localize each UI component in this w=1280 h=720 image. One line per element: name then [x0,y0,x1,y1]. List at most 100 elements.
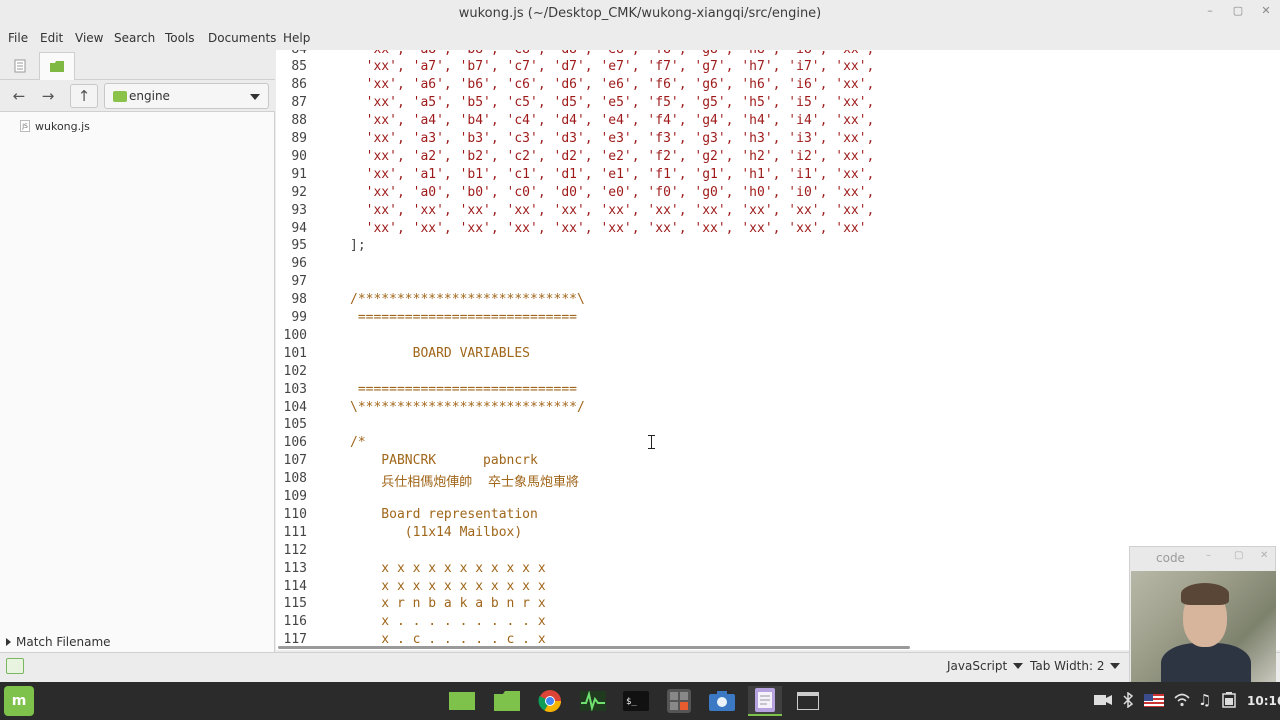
file-browser-tab[interactable] [39,52,75,80]
line-number: 94 [291,220,307,236]
keyboard-layout-flag-icon[interactable] [1144,694,1164,710]
up-arrow-icon[interactable]: ↑ [70,84,98,108]
chevron-down-icon [1110,663,1121,669]
folder-icon [50,61,64,72]
bluetooth-icon[interactable] [1122,691,1134,711]
webcam-window[interactable]: code – ▢ ✕ [1129,546,1276,682]
taskbar: m $_ ♫ 10:16 [0,682,1280,720]
person-body [1161,643,1251,682]
line-number: 101 [283,345,307,361]
language-selector[interactable]: JavaScript [947,659,1024,673]
code-line: Board representation [350,506,538,522]
line-number: 86 [291,77,307,93]
expander-arrow-icon [6,638,11,646]
match-filename-expander[interactable]: Match Filename [6,635,111,649]
calculator-icon[interactable] [662,686,696,716]
line-number: 88 [291,113,307,129]
line-number: 115 [283,596,307,612]
tab-width-selector[interactable]: Tab Width: 2 [1030,659,1121,673]
chrome-icon[interactable] [533,686,567,716]
wifi-icon[interactable] [1174,693,1190,710]
screenshot-icon[interactable] [705,686,739,716]
minimize-icon[interactable]: – [1201,4,1219,17]
menu-tools[interactable]: Tools [165,31,195,45]
menu-edit[interactable]: Edit [40,31,63,45]
side-pane-toggle-icon[interactable] [6,658,24,674]
close-icon[interactable]: ✕ [1257,4,1275,17]
code-line: (11x14 Mailbox) [350,524,523,540]
close-icon[interactable]: ✕ [1260,550,1268,561]
line-number: 113 [283,560,307,576]
folder-select[interactable]: engine [104,83,269,109]
line-number: 105 [283,417,307,433]
menu-search[interactable]: Search [114,31,155,45]
system-monitor-icon[interactable] [576,686,610,716]
terminal-icon[interactable]: $_ [619,686,653,716]
line-number: 100 [283,327,307,343]
window-icon[interactable] [791,686,825,716]
file-browser-navbar: ← → ↑ engine [0,80,275,112]
menu-documents[interactable]: Documents [208,31,276,45]
line-number: 90 [291,148,307,164]
folder-icon [113,91,127,102]
code-line: PABNCRK pabncrk [350,453,538,469]
line-number: 98 [291,292,307,308]
line-number: 110 [283,506,307,522]
line-number: 89 [291,131,307,146]
title-bar: wukong.js (~/Desktop_CMK/wukong-xiangqi/… [0,0,1280,28]
forward-arrow-icon[interactable]: → [34,84,62,108]
mint-menu-icon[interactable]: m [4,686,34,716]
sound-icon[interactable]: ♫ [1198,691,1211,709]
horizontal-scrollbar[interactable] [278,646,910,649]
webcam-title: code [1156,551,1185,565]
line-number: 95 [291,238,307,254]
document-icon [14,59,26,73]
battery-icon[interactable] [1222,692,1236,711]
line-number: 93 [291,202,307,218]
code-line: 'xx', 'xx', 'xx', 'xx', 'xx', 'xx', 'xx'… [350,220,867,236]
code-line: 'xx', 'a0', 'b0', 'c0', 'd0', 'e0', 'f0'… [350,184,875,200]
maximize-icon[interactable]: ▢ [1229,4,1247,17]
chevron-down-icon [250,94,260,100]
code-line: BOARD VARIABLES [350,345,531,361]
camera-icon[interactable] [1094,694,1112,709]
line-number: 112 [283,542,307,558]
line-number: 99 [291,310,307,325]
back-arrow-icon[interactable]: ← [5,84,33,108]
folder-select-value: engine [129,89,170,103]
menu-view[interactable]: View [75,31,103,45]
show-desktop-icon[interactable] [445,686,479,716]
clock[interactable]: 10:16 [1247,694,1280,708]
code-line: x x x x x x x x x x x [350,578,546,594]
code-line: 'xx', 'a6', 'b6', 'c6', 'd6', 'e6', 'f6'… [350,77,875,93]
code-line: 'xx', 'a2', 'b2', 'c2', 'd2', 'e2', 'f2'… [350,148,875,164]
code-line: ============================ [350,381,577,397]
status-bar: JavaScript Tab Width: 2 [0,652,1280,680]
line-number-gutter: 84 85 86 87 88 89 90 91 92 93 94 95 96 97 98 99 100 101 10… [276,50,310,650]
line-number: 109 [283,489,307,504]
code-line: x x x x x x x x x x x [350,560,546,576]
menu-help[interactable]: Help [283,31,310,45]
menu-file[interactable]: File [8,31,28,45]
language-label: JavaScript [947,659,1008,673]
line-number: 116 [283,614,307,630]
line-number: 107 [283,453,307,469]
maximize-icon[interactable]: ▢ [1234,550,1243,561]
code-line: x . . . . . . . . . x [350,614,546,630]
code-line: 'xx', 'a1', 'b1', 'c1', 'd1', 'e1', 'f1'… [350,166,875,182]
line-number: 111 [283,524,307,540]
files-icon[interactable] [490,686,524,716]
documents-tab[interactable] [2,52,38,80]
js-file-icon: JS [20,120,30,132]
minimize-icon[interactable]: – [1206,550,1211,561]
line-number: 102 [283,363,307,379]
code-line: /* [350,435,366,451]
text-editor-icon[interactable] [748,686,782,716]
line-number: 96 [291,256,307,272]
line-number: 117 [283,632,307,648]
window-title: wukong.js (~/Desktop_CMK/wukong-xiangqi/… [458,6,822,21]
chevron-down-icon [1013,663,1024,669]
code-line: 'xx', 'a4', 'b4', 'c4', 'd4', 'e4', 'f4'… [350,113,875,129]
line-number: 97 [291,274,307,290]
file-list-item[interactable]: JS wukong.js [20,118,90,134]
